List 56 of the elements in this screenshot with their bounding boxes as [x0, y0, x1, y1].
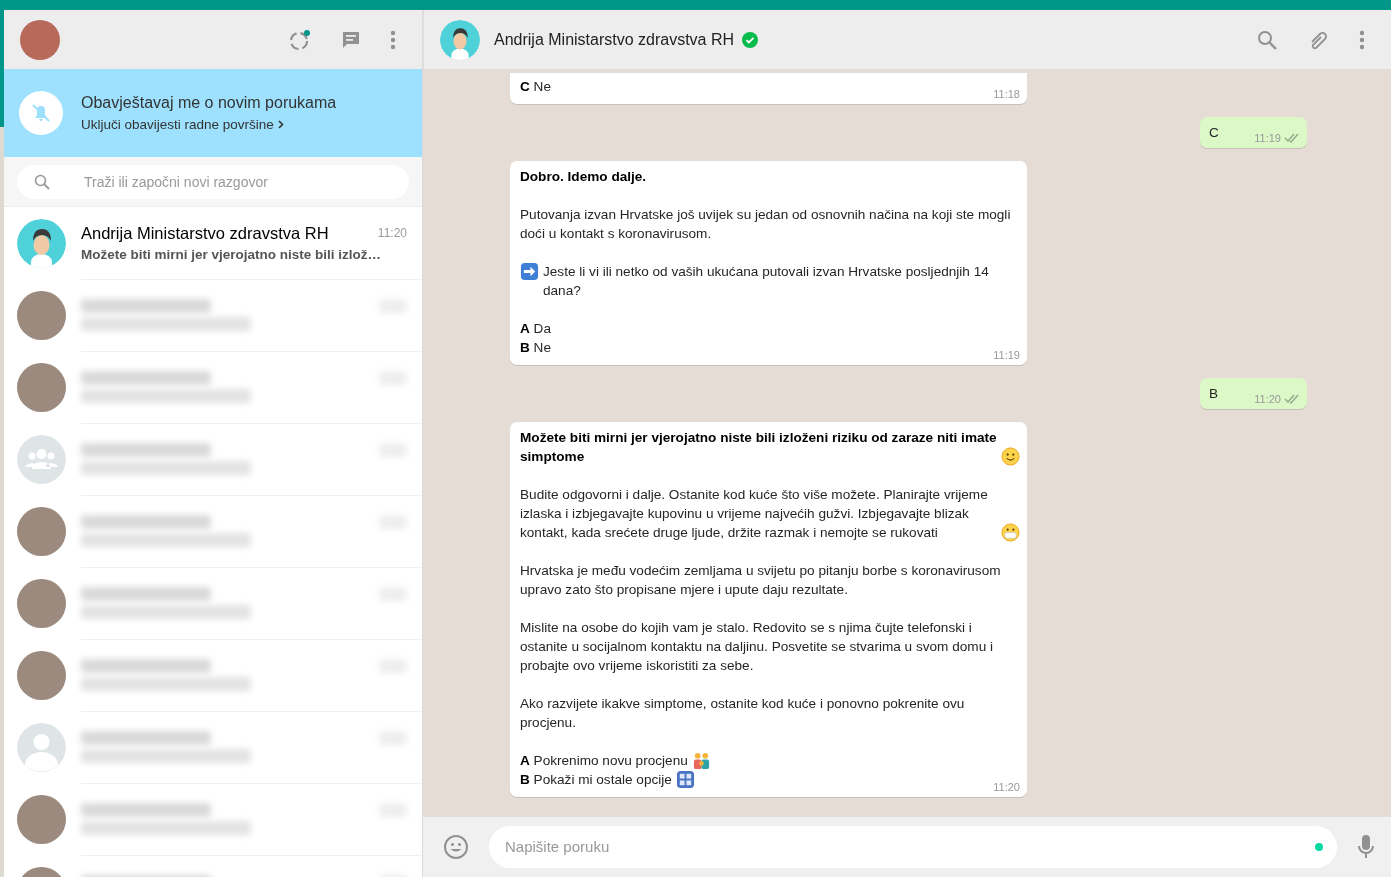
message-text: C [1209, 124, 1219, 142]
last-message-preview: Možete biti mirni jer vjerojatno niste bili izlož… [81, 246, 383, 262]
cartoon-avatar-icon [17, 218, 66, 268]
message-time: 11:20 [993, 780, 1020, 794]
message-text: Hrvatska je među vodećim zemljama u svijetu po pitanju borbe s koronavirusom upravo zato što propisane mjere i upute daju rezultate. [520, 562, 1002, 599]
avatar-photo [17, 362, 66, 412]
microphone-icon[interactable] [1357, 834, 1375, 860]
message-time: 11:19 [1254, 131, 1281, 145]
avatar-photo [17, 794, 66, 844]
message-text: Dobro. Idemo dalje. [520, 168, 647, 186]
message-time: 11:19 [993, 348, 1020, 362]
avatar-photo [17, 650, 66, 700]
menu-icon[interactable] [1359, 29, 1365, 50]
enable-notifications-link[interactable]: Uključi obavijesti radne površine [81, 117, 337, 132]
emoji-icon[interactable] [443, 834, 469, 860]
message-text: B Pokaži mi ostale opcije [520, 771, 672, 789]
search-icon[interactable] [1257, 29, 1277, 50]
avatar-photo [17, 290, 66, 340]
search-icon [34, 173, 50, 190]
message-text: A Da [520, 320, 551, 338]
person-avatar-icon [17, 722, 66, 772]
message-text: B Ne [520, 339, 551, 357]
message-time: 11:18 [993, 87, 1020, 101]
message-text: Ako razvijete ikakve simptome, ostanite kod kuće i ponovno pokrenite ovu procjenu. [520, 695, 966, 732]
conversation-title[interactable]: Andrija Ministarstvo zdravstva RH [494, 30, 735, 49]
cartoon-avatar-icon[interactable] [440, 19, 480, 60]
contact-name: Andrija Ministarstvo zdravstva RH [81, 223, 329, 243]
avatar-photo [17, 578, 66, 628]
input-symbol-icon [675, 770, 695, 789]
menu-icon[interactable] [390, 29, 396, 50]
profile-avatar[interactable] [20, 19, 60, 60]
message-text: B [1209, 385, 1219, 403]
face-mask-icon [1001, 523, 1020, 542]
bell-off-icon [19, 91, 63, 135]
status-icon[interactable] [288, 27, 312, 52]
message-text: Putovanja izvan Hrvatske još uvijek su jedan od osnovnih načina na koji ste mogli doći u kontakt s koronavirusom. [520, 206, 1012, 243]
avatar-photo [17, 506, 66, 556]
message-text: Jeste li vi ili netko od vaših ukućana putovali izvan Hrvatske posljednjih 14 dana? [543, 263, 990, 300]
smiley-icon [1001, 447, 1020, 466]
notification-title: Obavještavaj me o novim porukama [81, 94, 337, 112]
message-text: Budite odgovorni i dalje. Ostanite kod kuće što više možete. Planirajte vrijeme izlaska i izbjegavajte kupovinu u vrijeme najvećih gužvi. Izbjegavajte blizak kontakt, kada srećete druge ljude, držite razmak i nemojte se rukovati [520, 486, 989, 542]
arrow-right-icon [520, 262, 539, 281]
family-icon [691, 751, 711, 770]
chat-list-item[interactable]: Andrija Ministarstvo zdravstva RH 11:20 Možete biti mirni jer vjerojatno niste bili izlož… [4, 207, 422, 279]
search-bar[interactable]: Traži ili započni novi razgovor [17, 164, 409, 199]
group-avatar-icon [17, 434, 66, 484]
message-time: 11:20 [1254, 392, 1281, 406]
message-text: A Pokrenimo novu procjenu [520, 752, 688, 770]
chevron-right-icon [277, 120, 284, 129]
message-text: Mislite na osobe do kojih vam je stalo. Redovito se s njima čujte telefonski i ostanite u socijalnom kontaktu na daljinu. Posvetite se stvarima u svom domu i probajte ovo vrijeme iskoristiti za sebe. [520, 619, 994, 675]
message-text: C Ne [520, 78, 551, 96]
message-text: Možete biti mirni jer vjerojatno niste bili izloženi riziku od zaraze niti imate simptome [520, 429, 997, 466]
chat-time: 11:20 [377, 226, 407, 240]
notification-banner[interactable]: Obavještavaj me o novim porukama Uključi obavijesti radne površine [4, 69, 422, 157]
status-dot-icon [1315, 843, 1323, 851]
message-input-bar[interactable]: Napišite poruku [489, 826, 1337, 868]
